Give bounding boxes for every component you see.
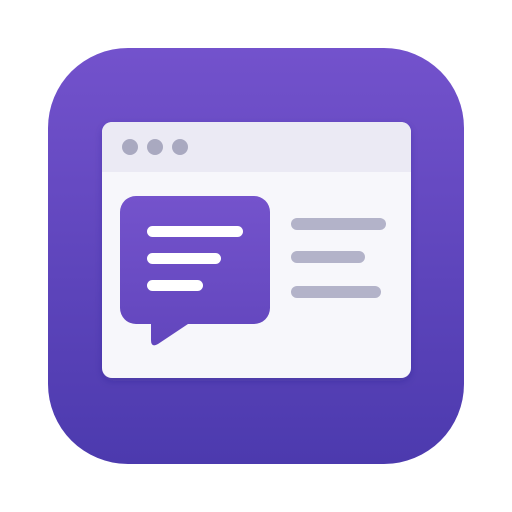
text-placeholder-line xyxy=(291,286,381,298)
text-placeholder-line xyxy=(291,218,386,230)
bubble-text-line xyxy=(147,253,221,264)
text-placeholder-line xyxy=(291,251,365,263)
bubble-text-line xyxy=(147,226,243,237)
chat-bubble-icon xyxy=(120,196,270,346)
window-dot-icon xyxy=(122,139,138,155)
chat-window-app-icon xyxy=(48,48,464,464)
app-icon xyxy=(0,0,512,512)
window-dot-icon xyxy=(172,139,188,155)
window-dot-icon xyxy=(147,139,163,155)
bubble-text-line xyxy=(147,280,203,291)
